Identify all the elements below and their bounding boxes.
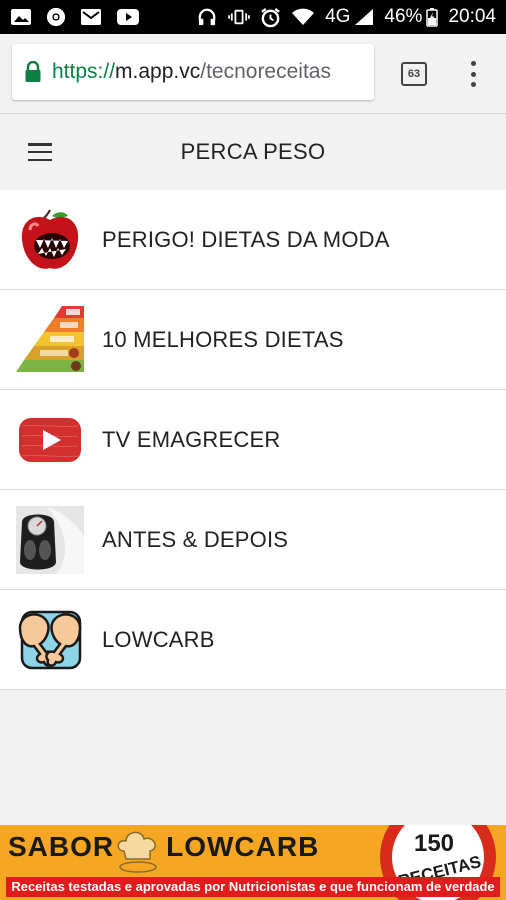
- list-item-antes-depois[interactable]: ANTES & DEPOIS: [0, 490, 506, 590]
- list-item-dietas-da-moda[interactable]: PERIGO! DIETAS DA MODA: [0, 190, 506, 290]
- mail-icon: [81, 9, 101, 25]
- dot-icon: [470, 61, 476, 66]
- ad-banner[interactable]: 150 RECEITAS SABOR LOWCARB Receitas testa…: [0, 825, 506, 900]
- list-item-melhores-dietas[interactable]: 10 MELHORES DIETAS: [0, 290, 506, 390]
- browser-toolbar: https://m.app.vc/tecnoreceitas 63: [0, 34, 506, 114]
- network-type: 4G: [325, 6, 351, 27]
- tab-switcher-button[interactable]: 63: [401, 62, 427, 86]
- url-path: /tecnoreceitas: [200, 60, 331, 83]
- banner-title-part1: SABOR: [8, 831, 115, 862]
- banner-subtitle: Receitas testadas e aprovadas por Nutric…: [6, 877, 500, 897]
- vibrate-icon: [228, 9, 250, 25]
- dot-icon: [470, 71, 476, 77]
- chrome-icon: [46, 7, 66, 27]
- lock-icon: [25, 61, 41, 82]
- menu-list: PERIGO! DIETAS DA MODA 10 MELHORES DIETA…: [0, 190, 506, 690]
- status-bar: 4G 46% 20:04: [0, 0, 506, 34]
- address-bar[interactable]: https://m.app.vc/tecnoreceitas: [12, 44, 374, 100]
- alarm-icon: [261, 7, 280, 27]
- badge-number: 150: [414, 830, 454, 857]
- banner-title-part2: LOWCARB: [166, 831, 320, 862]
- battery-charging-icon: [426, 8, 439, 27]
- apple-monster-icon: [21, 209, 79, 269]
- headphones-icon: [198, 8, 216, 26]
- clock: 20:04: [448, 6, 496, 27]
- food-pyramid-icon: [16, 306, 84, 372]
- dot-icon: [470, 82, 476, 87]
- chef-hat-icon: [117, 831, 157, 873]
- list-item-label: PERIGO! DIETAS DA MODA: [102, 226, 390, 252]
- wifi-icon: [292, 8, 315, 25]
- battery-percent: 46%: [384, 6, 423, 27]
- signal-icon: [355, 9, 374, 25]
- app-header: PERCA PESO: [0, 114, 506, 190]
- list-item-label: LOWCARB: [102, 626, 215, 652]
- list-item-lowcarb[interactable]: LOWCARB: [0, 590, 506, 690]
- system-icons: 4G 46% 20:04: [196, 6, 496, 28]
- hamburger-menu-icon[interactable]: [28, 143, 52, 161]
- chicken-leg-icon: [18, 610, 82, 670]
- url-host: m.app.vc: [115, 60, 201, 83]
- page-title: PERCA PESO: [180, 139, 326, 164]
- list-item-label: 10 MELHORES DIETAS: [102, 326, 344, 352]
- url-scheme: https://: [52, 60, 116, 83]
- image-icon: [11, 9, 31, 25]
- list-item-tv-emagrecer[interactable]: TV EMAGRECER: [0, 390, 506, 490]
- youtube-play-icon: [19, 418, 81, 462]
- bathroom-scale-icon: [16, 506, 84, 574]
- list-item-label: ANTES & DEPOIS: [102, 526, 289, 552]
- youtube-icon: [117, 9, 139, 25]
- notification-icons: [10, 7, 140, 27]
- browser-menu-button[interactable]: [470, 61, 476, 87]
- list-item-label: TV EMAGRECER: [102, 426, 281, 452]
